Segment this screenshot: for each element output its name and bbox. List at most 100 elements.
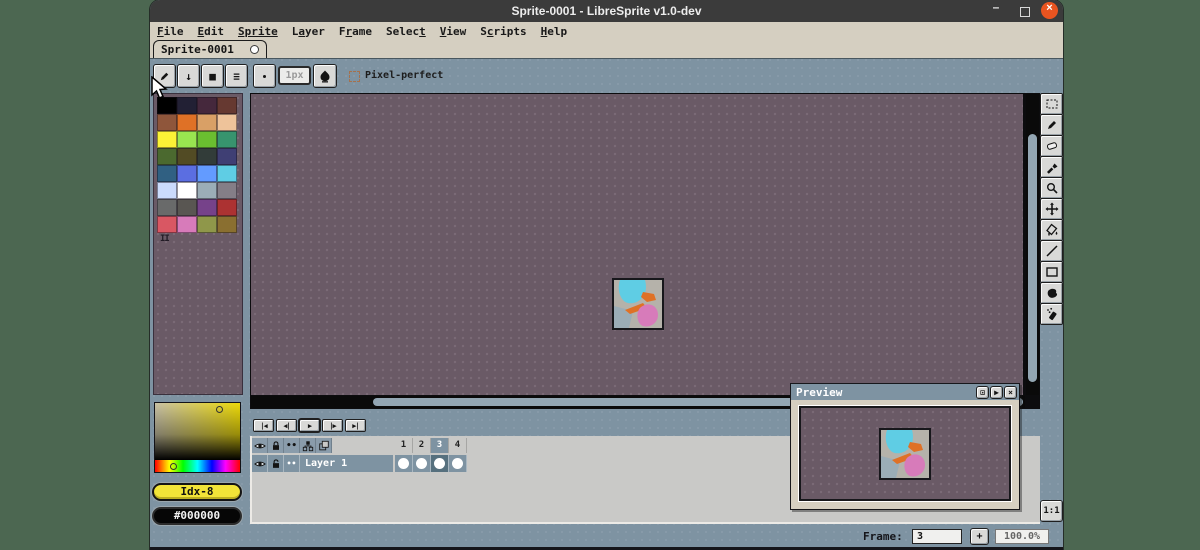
tool-line[interactable] [1040,240,1063,262]
palette-swatch[interactable] [197,216,217,233]
onion-skin-icon[interactable] [300,438,316,453]
next-frame-button[interactable]: |▶ [322,419,343,432]
palette-swatch[interactable] [157,114,177,131]
menu-sprite[interactable]: Sprite [238,25,278,38]
menu-layer[interactable]: Layer [292,25,325,38]
pixel-perfect-checkbox[interactable] [349,71,360,82]
menu-help[interactable]: Help [541,25,568,38]
layer-name[interactable]: Layer 1 [300,455,395,472]
palette-resize-handle[interactable]: II [160,234,170,244]
palette-swatch[interactable] [177,97,197,114]
vertical-scrollbar[interactable] [1026,94,1039,395]
palette-swatch[interactable] [157,97,177,114]
menu-view[interactable]: View [440,25,467,38]
hue-bar[interactable] [155,460,240,472]
frame-header-2[interactable]: 2 [413,438,431,453]
maximize-button[interactable] [1020,7,1030,17]
palette-swatch[interactable] [157,199,177,216]
tool-zoom[interactable] [1040,177,1063,199]
menu-scripts[interactable]: Scripts [480,25,526,38]
zoom-percentage-input[interactable]: 100.0% [995,529,1049,544]
tool-eraser[interactable] [1040,135,1063,157]
palette-sort-button[interactable]: ↓ [177,64,200,88]
palette-swatch[interactable] [217,165,237,182]
frame-header-1[interactable]: 1 [395,438,413,453]
cel-frame-2[interactable] [413,455,431,472]
palette-swatch[interactable] [197,165,217,182]
add-frame-button[interactable]: + [970,528,989,545]
palette-swatch[interactable] [177,182,197,199]
previous-frame-button[interactable]: ◀| [276,419,297,432]
palette-swatch[interactable] [177,199,197,216]
brush-type-button[interactable] [253,64,276,88]
duplicate-icon[interactable] [316,438,332,453]
hue-marker-icon[interactable] [170,463,177,470]
palette-swatch[interactable] [197,114,217,131]
frame-number-input[interactable]: 3 [912,529,962,544]
continuous-icon[interactable]: •• [284,438,300,453]
frame-header-3[interactable]: 3 [431,438,449,453]
layer-eye-icon[interactable] [252,455,268,472]
palette-swatch[interactable] [217,97,237,114]
sv-marker-icon[interactable] [216,406,223,413]
preview-center-button[interactable]: ⊡ [976,385,989,399]
zoom-1-1-button[interactable]: 1:1 [1040,500,1063,522]
palette-swatch[interactable] [177,165,197,182]
color-hex-button[interactable]: #000000 [152,507,242,525]
minimize-button[interactable]: – [987,0,1005,22]
canvas-viewport[interactable] [251,94,1023,395]
brush-size-input[interactable]: 1px [278,66,311,85]
preview-close-button[interactable]: × [1004,385,1017,399]
palette-swatch[interactable] [217,114,237,131]
palette-swatch[interactable] [217,131,237,148]
frame-header-4[interactable]: 4 [449,438,467,453]
vertical-scroll-thumb[interactable] [1028,134,1037,382]
ink-type-button[interactable] [313,64,337,88]
palette-swatch[interactable] [177,114,197,131]
goto-first-frame-button[interactable]: |◀ [253,419,274,432]
tool-pencil[interactable] [1040,114,1063,136]
eye-icon[interactable] [252,438,268,453]
cel-frame-4[interactable] [449,455,467,472]
palette-swatch[interactable] [217,199,237,216]
menu-select[interactable]: Select [386,25,426,38]
tool-eyedropper[interactable] [1040,156,1063,178]
tool-paint-bucket[interactable] [1040,219,1063,241]
palette-swatch[interactable] [197,97,217,114]
tool-rectangular-marquee[interactable] [1040,93,1063,115]
palette-swatch[interactable] [177,131,197,148]
menu-edit[interactable]: Edit [198,25,225,38]
palette-swatch[interactable] [157,182,177,199]
palette-swatch[interactable] [177,216,197,233]
palette-swatch[interactable] [177,148,197,165]
tool-rectangle[interactable] [1040,261,1063,283]
palette-swatch[interactable] [157,165,177,182]
preview-titlebar[interactable]: Preview ⊡ ▶ × [791,384,1019,400]
cel-frame-3[interactable] [431,455,449,472]
palette-presets-button[interactable]: ■ [201,64,224,88]
play-button[interactable]: ▶ [299,419,320,432]
tab-sprite-0001[interactable]: Sprite-0001 [153,40,267,58]
palette-swatch[interactable] [157,148,177,165]
cel-frame-1[interactable] [395,455,413,472]
layer-continuous-icon[interactable]: •• [284,455,300,472]
palette-edit-button[interactable] [153,64,176,88]
palette-swatch[interactable] [197,131,217,148]
saturation-value-box[interactable] [155,403,240,460]
titlebar[interactable]: Sprite-0001 - LibreSprite v1.0-dev – × [150,0,1063,22]
palette-swatch[interactable] [157,131,177,148]
menu-frame[interactable]: Frame [339,25,372,38]
palette-swatch[interactable] [157,216,177,233]
sprite-canvas[interactable] [612,278,664,330]
tool-move[interactable] [1040,198,1063,220]
menu-file[interactable]: File [157,25,184,38]
close-button[interactable]: × [1041,2,1058,19]
lock-icon[interactable] [268,438,284,453]
palette-options-button[interactable]: ≡ [225,64,248,88]
palette-swatch[interactable] [197,199,217,216]
goto-last-frame-button[interactable]: ▶| [345,419,366,432]
palette-index-button[interactable]: Idx-8 [152,483,242,501]
palette-swatch[interactable] [217,216,237,233]
palette-swatch[interactable] [197,148,217,165]
color-selector[interactable] [154,402,241,473]
